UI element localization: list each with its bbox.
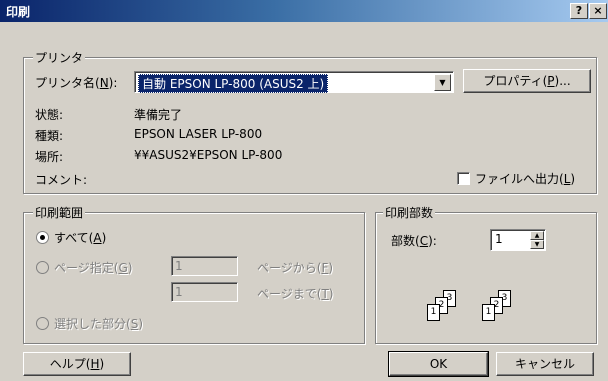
copies-count-label: 部数(C): — [391, 234, 437, 248]
chevron-down-icon[interactable]: ▼ — [434, 74, 451, 91]
range-selection-radio[interactable] — [36, 317, 49, 330]
copies-spinner[interactable]: 1 ▲ ▼ — [490, 229, 546, 251]
properties-button[interactable]: プロパティ(P)... — [463, 69, 591, 93]
print-to-file-checkbox[interactable] — [457, 172, 470, 185]
range-all-label[interactable]: すべて(A) — [54, 229, 106, 246]
cancel-button[interactable]: キャンセル — [496, 352, 594, 376]
range-all-radio[interactable] — [36, 231, 49, 244]
range-pages-radio[interactable] — [36, 261, 49, 274]
type-value: EPSON LASER LP-800 — [134, 127, 263, 141]
close-icon[interactable]: × — [589, 3, 607, 19]
help-button[interactable]: ヘルプ(H) — [23, 352, 131, 376]
printer-select-value: 自動 EPSON LP-800 (ASUS2 上) — [138, 74, 329, 93]
printer-group-label: プリンタ — [33, 49, 86, 66]
type-label: 種類: — [35, 129, 64, 143]
copies-group-label: 印刷部数 — [383, 204, 436, 221]
location-value: ¥¥ASUS2¥EPSON LP-800 — [134, 148, 283, 162]
ok-button[interactable]: OK — [388, 351, 489, 377]
help-title-button[interactable]: ? — [570, 3, 588, 19]
status-value: 準備完了 — [134, 108, 183, 122]
range-to-label: ページまで(T) — [257, 287, 334, 301]
range-from-label: ページから(F) — [257, 261, 334, 275]
comment-label: コメント: — [35, 173, 88, 187]
print-range-label: 印刷範囲 — [33, 204, 86, 221]
spin-up-icon[interactable]: ▲ — [530, 231, 544, 240]
spin-down-icon[interactable]: ▼ — [530, 240, 544, 249]
title-bar[interactable]: 印刷 ? × — [0, 0, 608, 22]
print-dialog: 印刷 ? × プリンタ プリンタ名(N): 自動 EPSON LP-800 (A… — [0, 0, 608, 381]
spinner-buttons: ▲ ▼ — [530, 231, 544, 249]
print-to-file-label[interactable]: ファイルへ出力(L) — [475, 170, 575, 187]
range-selection-label[interactable]: 選択した部分(S) — [54, 315, 143, 332]
location-label: 場所: — [35, 150, 64, 164]
range-pages-label[interactable]: ページ指定(G) — [54, 259, 132, 276]
collate-page-1a: 1 — [427, 304, 440, 321]
status-label: 状態: — [35, 108, 64, 122]
collate-page-1b: 1 — [482, 304, 495, 321]
printer-select[interactable]: 自動 EPSON LP-800 (ASUS2 上) ▼ — [134, 71, 454, 93]
copies-count-value: 1 — [495, 232, 503, 246]
range-from-field[interactable]: 1 — [171, 256, 238, 276]
window-title: 印刷 — [6, 5, 31, 19]
range-to-field[interactable]: 1 — [171, 282, 238, 302]
printer-name-label: プリンタ名(N): — [35, 76, 118, 90]
